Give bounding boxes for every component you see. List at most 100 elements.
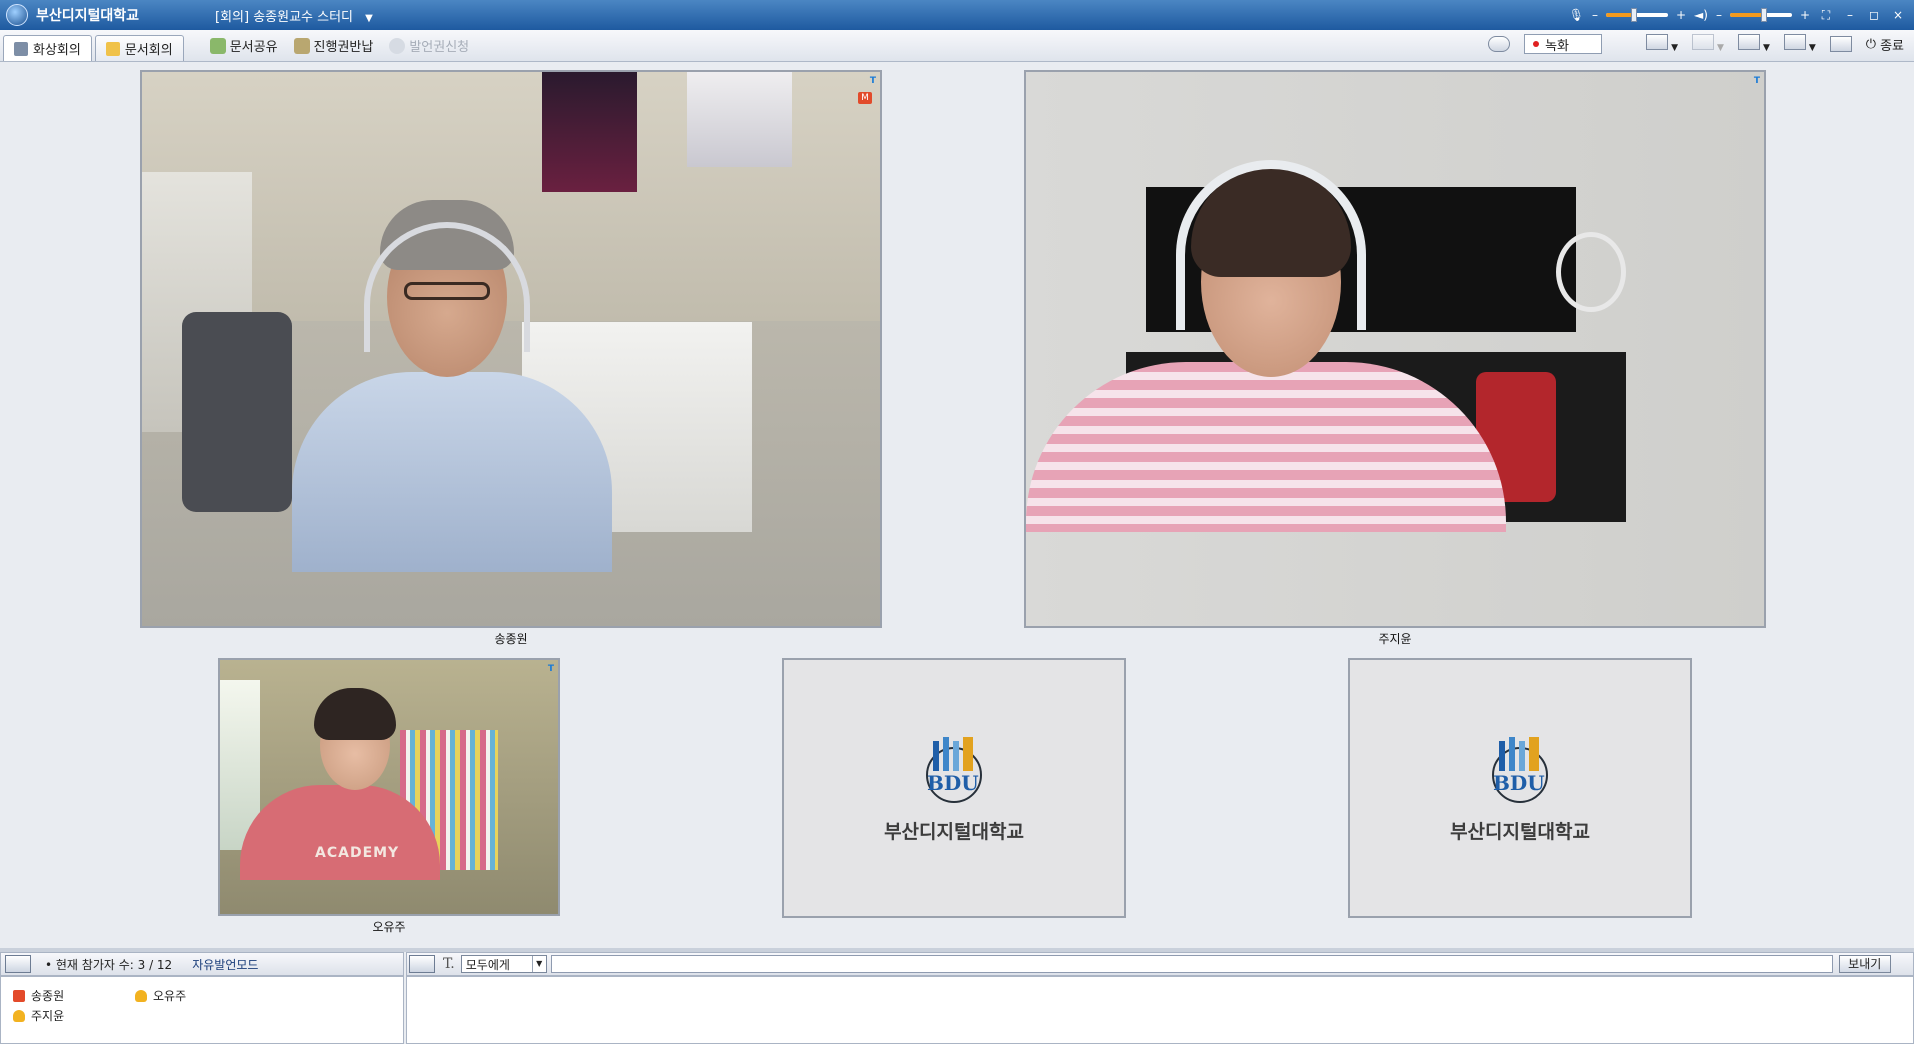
- participant-name-label: 오유주: [372, 920, 406, 934]
- tab-label: 화상회의: [33, 43, 81, 58]
- poster: [542, 72, 637, 192]
- chat-toolbar: T. 모두에게 ▼ 보내기: [406, 952, 1914, 976]
- share-document-icon: [209, 37, 226, 54]
- text-menu[interactable]: ▼: [1692, 34, 1724, 54]
- close-button[interactable]: ×: [1890, 8, 1906, 22]
- chat-input[interactable]: [550, 955, 1833, 973]
- person-body: [1026, 362, 1506, 532]
- title-bar-controls: 🎙︎ – + ◄) – + ⛶ – ◻ ×: [1569, 0, 1906, 30]
- font-icon[interactable]: T.: [443, 956, 455, 972]
- volume-menu[interactable]: ▼: [1646, 34, 1678, 54]
- quit-button[interactable]: ⏻ 종료: [1866, 35, 1904, 54]
- participant-name: 오유주: [153, 989, 187, 1003]
- camera-signal-icon: T: [547, 664, 554, 674]
- speaker-settings-icon: [1646, 34, 1669, 50]
- mic-volume-minus-icon[interactable]: –: [1592, 8, 1598, 22]
- tool-label: 발언권신청: [409, 40, 470, 55]
- person-hair: [314, 688, 396, 740]
- video-feed: [142, 72, 880, 626]
- speaker-volume-slider[interactable]: [1729, 8, 1792, 22]
- microphone-icon: 🎙︎: [1568, 8, 1584, 22]
- speaker-volume-plus-icon[interactable]: +: [1800, 8, 1810, 22]
- chat-log[interactable]: [406, 976, 1914, 1044]
- video-conference-icon: [14, 41, 28, 56]
- speaker-icon: ◄): [1694, 8, 1708, 22]
- return-host-button[interactable]: 진행권반납: [293, 36, 374, 61]
- host-mic-badge: M: [858, 92, 872, 104]
- participant-name: 주지윤: [31, 1009, 65, 1023]
- document-edit-icon: [105, 41, 120, 56]
- title-bar: 부산디지털대학교 [회의] 송종원교수 스터디 ▼ 🎙︎ – + ◄) – + …: [0, 0, 1914, 30]
- empty-video-slot: BDU 부산디지털대학교: [1348, 658, 1692, 918]
- school-name: 부산디지털대학교: [1450, 820, 1590, 843]
- speaker-volume-minus-icon[interactable]: –: [1716, 8, 1722, 22]
- tab-video-conference[interactable]: 화상회의: [3, 35, 92, 61]
- tool-label: 진행권반납: [313, 40, 374, 55]
- video-tile[interactable]: ACADEMY T: [218, 658, 560, 916]
- meeting-title-dropdown[interactable]: [회의] 송종원교수 스터디 ▼: [215, 6, 373, 25]
- participant-toolbar: • 현재 참가자 수: 3 / 12 자유발언모드: [0, 952, 404, 976]
- participant-name: 송종원: [31, 989, 65, 1003]
- list-item[interactable]: 송종원: [13, 987, 64, 1004]
- record-button[interactable]: 녹화: [1524, 34, 1603, 54]
- toolbar-right: 녹화 ▼ ▼ ▼ ▼ ⏻ 종료: [1488, 34, 1904, 54]
- hand-icon: [293, 37, 310, 54]
- grid-layout-icon: [1737, 34, 1760, 50]
- chevron-down-icon: ▼: [531, 956, 546, 972]
- minimize-button[interactable]: –: [1842, 8, 1858, 22]
- restore-button[interactable]: ◻: [1866, 8, 1882, 22]
- video-tile[interactable]: T: [1024, 70, 1766, 628]
- participant-list: 송종원 오유주 주지윤: [0, 976, 404, 1044]
- app-title: 부산디지털대학교: [36, 8, 140, 24]
- chat-target-value: 모두에게: [465, 957, 510, 972]
- participant-name-label: 송종원: [494, 632, 528, 646]
- video-tile[interactable]: T M: [140, 70, 882, 628]
- layout-menu[interactable]: ▼: [1737, 34, 1770, 54]
- tab-label: 문서회의: [124, 43, 173, 58]
- video-feed: [1026, 72, 1764, 626]
- mic-volume-slider[interactable]: [1605, 8, 1668, 22]
- meeting-title: [회의] 송종원교수 스터디: [215, 10, 354, 25]
- school-name: 부산디지털대학교: [884, 820, 1024, 843]
- quit-label: 종료: [1880, 38, 1904, 54]
- main-toolbar: 화상회의 문서회의 문서공유 진행권반납 발언권신청 녹화 ▼ ▼ ▼ ▼ ⏻ …: [0, 30, 1914, 62]
- camera-icon[interactable]: [1488, 36, 1511, 52]
- mic-volume-plus-icon[interactable]: +: [1676, 8, 1686, 22]
- person-body: [292, 372, 612, 572]
- placeholder-content: BDU 부산디지털대학교: [784, 660, 1124, 916]
- tool-label: 문서공유: [229, 40, 278, 55]
- chair: [182, 312, 292, 512]
- request-speak-button[interactable]: 발언권신청: [389, 36, 469, 61]
- list-item[interactable]: 주지윤: [13, 1007, 64, 1024]
- empty-video-slot: BDU 부산디지털대학교: [782, 658, 1126, 918]
- screen-menu[interactable]: ▼: [1783, 34, 1816, 54]
- speaking-mode[interactable]: 자유발언모드: [192, 956, 258, 973]
- chevron-down-icon: ▼: [1762, 43, 1770, 53]
- camera-signal-icon: T: [869, 76, 876, 86]
- mic-volume-handle[interactable]: [1630, 8, 1637, 22]
- bdu-logo-icon: BDU: [919, 733, 989, 803]
- camera-signal-icon: T: [1753, 76, 1760, 86]
- screen-capture-icon[interactable]: [1829, 36, 1852, 52]
- fullscreen-icon[interactable]: ⛶: [1818, 8, 1834, 23]
- share-document-button[interactable]: 문서공유: [209, 36, 278, 61]
- list-item[interactable]: 오유주: [135, 987, 186, 1004]
- send-button[interactable]: 보내기: [1838, 955, 1891, 973]
- add-participant-icon[interactable]: [5, 955, 31, 973]
- chevron-down-icon: ▼: [1671, 43, 1679, 53]
- participant-count: • 현재 참가자 수: 3 / 12: [45, 957, 173, 972]
- chat-target-select[interactable]: 모두에게 ▼: [460, 955, 547, 973]
- speaker-volume-fill: [1729, 13, 1765, 17]
- chat-search-icon[interactable]: [409, 955, 435, 973]
- bdu-logo-icon: BDU: [1485, 733, 1555, 803]
- headset: [1176, 160, 1366, 330]
- placeholder-content: BDU 부산디지털대학교: [1350, 660, 1690, 916]
- fan: [1556, 232, 1626, 312]
- power-icon: ⏻: [1865, 36, 1877, 52]
- video-feed: ACADEMY: [220, 660, 558, 914]
- bdu-logo-text: BDU: [927, 770, 979, 795]
- tab-document-conference[interactable]: 문서회의: [94, 35, 184, 61]
- record-dot-icon: [1533, 41, 1540, 47]
- speaker-volume-handle[interactable]: [1761, 8, 1768, 22]
- chevron-down-icon: ▼: [1808, 43, 1816, 53]
